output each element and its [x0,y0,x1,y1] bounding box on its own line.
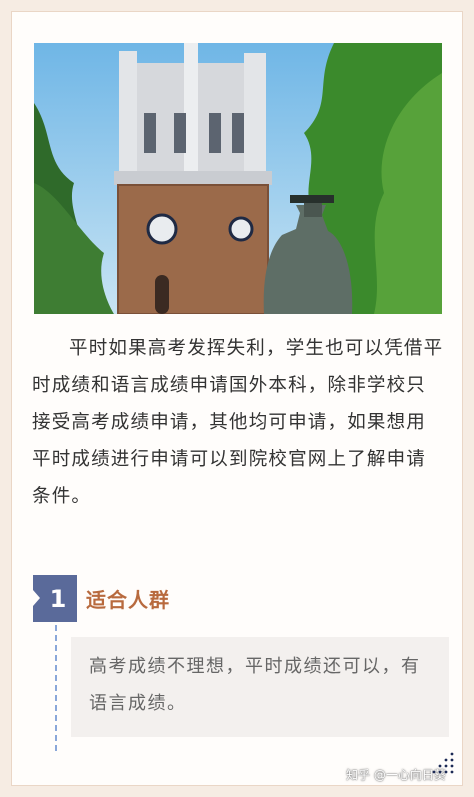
zhihu-watermark: 知乎 @一心向日葵 [346,768,446,782]
intro-paragraph: 平时如果高考发挥失利，学生也可以凭借平时成绩和语言成绩申请国外本科，除非学校只接… [32,338,444,507]
dashed-divider [55,625,57,751]
section-body: 高考成绩不理想，平时成绩还可以，有语言成绩。 [71,637,449,737]
badge-notch [33,590,40,606]
section-title: 适合人群 [86,588,170,612]
campus-photo [34,43,442,314]
dot-pattern-icon [432,752,454,774]
clock-tower-illustration [34,43,442,314]
